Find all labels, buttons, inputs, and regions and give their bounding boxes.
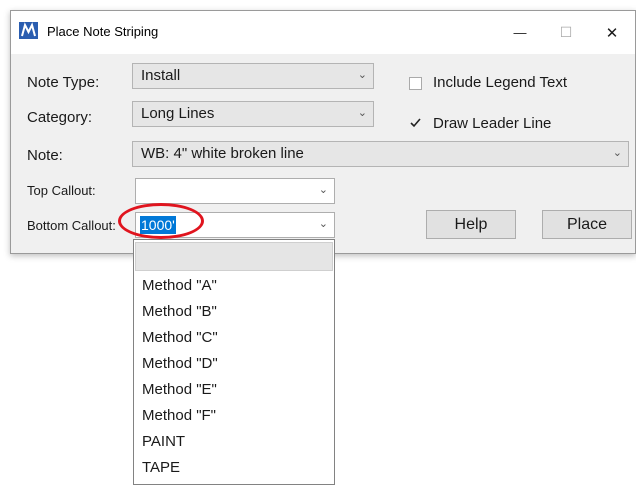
chevron-down-icon: ⌄ <box>357 69 367 81</box>
close-button[interactable]: ✕ <box>589 11 635 54</box>
highlight-circle <box>118 203 204 239</box>
maximize-icon: ☐ <box>559 24 573 40</box>
list-item[interactable]: Method "A" <box>142 277 217 294</box>
note-label: Note: <box>27 147 63 164</box>
help-button-label: Help <box>454 215 488 233</box>
draw-leader-checkbox[interactable] <box>409 116 422 129</box>
bottom-callout-dropdown-list[interactable]: Method "A" Method "B" Method "C" Method … <box>133 239 335 485</box>
include-legend-label: Include Legend Text <box>433 74 567 91</box>
microstation-app-icon <box>19 22 38 39</box>
note-type-label: Note Type: <box>27 74 100 91</box>
chevron-down-icon: ⌄ <box>357 107 367 119</box>
title-bar: Place Note Striping — ☐ ✕ <box>11 11 635 54</box>
note-type-value: Install <box>141 67 181 84</box>
category-select[interactable]: Long Lines ⌄ <box>132 101 374 127</box>
top-callout-label: Top Callout: <box>27 183 96 198</box>
list-item[interactable]: Method "C" <box>142 329 218 346</box>
draw-leader-label: Draw Leader Line <box>433 115 552 132</box>
top-callout-combo[interactable]: ⌄ <box>135 178 335 204</box>
chevron-down-icon: ⌄ <box>612 147 622 159</box>
note-value: WB: 4" white broken line <box>141 145 304 162</box>
place-button[interactable]: Place <box>542 210 632 239</box>
help-button[interactable]: Help <box>426 210 516 239</box>
bottom-callout-label: Bottom Callout: <box>27 218 116 233</box>
chevron-down-icon: ⌄ <box>318 218 328 230</box>
chevron-down-icon: ⌄ <box>318 184 328 196</box>
list-item[interactable]: PAINT <box>142 433 185 450</box>
checkmark-icon <box>410 118 421 128</box>
minimize-button[interactable]: — <box>497 11 543 54</box>
category-label: Category: <box>27 109 93 126</box>
note-type-select[interactable]: Install ⌄ <box>132 63 374 89</box>
dropdown-empty-item[interactable] <box>135 242 333 271</box>
list-item[interactable]: Method "D" <box>142 355 218 372</box>
category-value: Long Lines <box>141 105 215 122</box>
close-icon: ✕ <box>605 24 619 42</box>
list-item[interactable]: TAPE <box>142 459 180 476</box>
minimize-icon: — <box>513 25 527 40</box>
place-button-label: Place <box>566 215 608 233</box>
maximize-button[interactable]: ☐ <box>543 11 589 54</box>
note-select[interactable]: WB: 4" white broken line ⌄ <box>132 141 629 167</box>
window-title: Place Note Striping <box>47 24 159 39</box>
list-item[interactable]: Method "B" <box>142 303 217 320</box>
include-legend-checkbox[interactable] <box>409 77 422 90</box>
list-item[interactable]: Method "E" <box>142 381 217 398</box>
list-item[interactable]: Method "F" <box>142 407 216 424</box>
place-note-striping-dialog: Place Note Striping — ☐ ✕ Note Type: Ins… <box>10 10 636 254</box>
